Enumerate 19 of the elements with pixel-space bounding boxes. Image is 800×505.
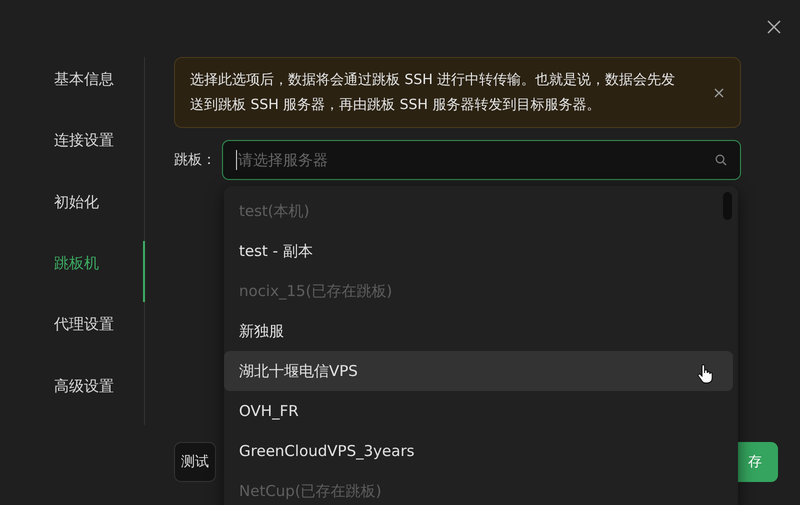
dropdown-option[interactable]: test - 副本: [224, 231, 733, 271]
field-label: 跳板：: [174, 151, 216, 169]
close-icon[interactable]: [767, 20, 781, 34]
dropdown-option[interactable]: 新独服: [224, 311, 733, 351]
sidebar-item[interactable]: 代理设置: [0, 302, 145, 364]
text-cursor: [236, 150, 237, 170]
sidebar-item[interactable]: 跳板机: [0, 240, 145, 302]
sidebar-item[interactable]: 高级设置: [0, 364, 145, 425]
sidebar-item[interactable]: 基本信息: [0, 57, 145, 118]
dropdown-option[interactable]: 湖北十堰电信VPS: [224, 351, 733, 391]
sidebar-item[interactable]: 初始化: [0, 180, 145, 241]
sidebar-item[interactable]: 连接设置: [0, 118, 145, 180]
server-select-field[interactable]: 请选择服务器: [222, 140, 741, 180]
hand-cursor-icon: [697, 364, 713, 384]
dropdown-option[interactable]: OVH_FR: [224, 391, 733, 431]
search-icon: [715, 154, 727, 166]
alert-text: 选择此选项后，数据将会通过跳板 SSH 进行中转传输。也就是说，数据会先发送到跳板 SSH 服务器，再由跳板 SSH 服务器转发到目标服务器。: [190, 71, 676, 115]
close-icon[interactable]: [714, 88, 724, 98]
test-button[interactable]: 测试: [174, 442, 216, 482]
